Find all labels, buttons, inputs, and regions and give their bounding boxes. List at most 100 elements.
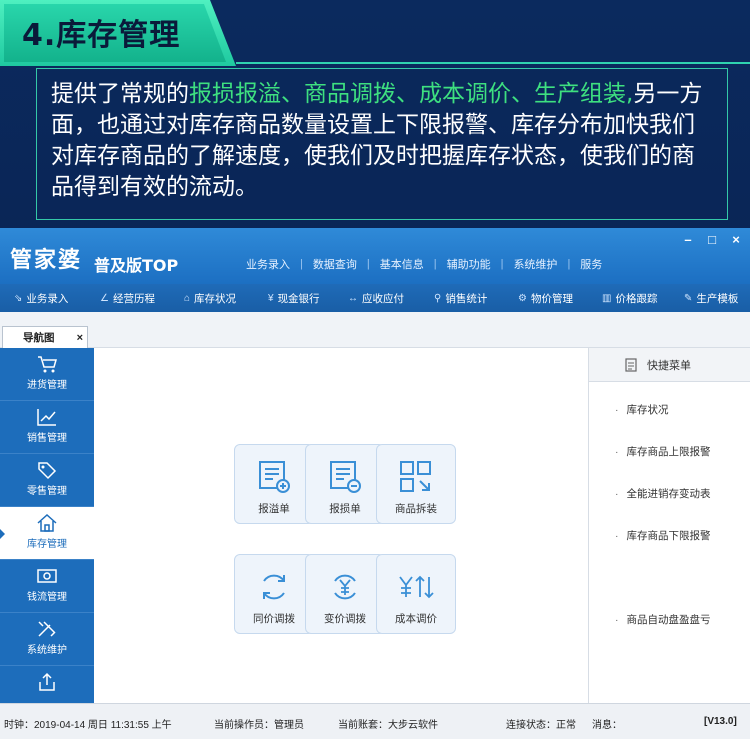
top-menu-entry[interactable]: 业务录入 (236, 256, 300, 272)
card-label: 变价调拨 (324, 613, 366, 625)
toolbar-label: 价格跟踪 (615, 293, 658, 305)
tab-close-icon[interactable]: × (77, 332, 83, 344)
sidebar-item-system[interactable]: 系统维护 (0, 613, 94, 666)
document-icon (625, 357, 637, 372)
loss-doc-icon (330, 461, 361, 493)
sidebar-item-label: 销售管理 (27, 433, 67, 444)
card-label: 成本调价 (395, 613, 437, 625)
yen-icon: ¥ (268, 293, 274, 304)
quick-item-change-table[interactable]: · 全能进销存变动表 (615, 486, 711, 501)
transfer-icon (263, 574, 285, 600)
money-icon (37, 569, 57, 583)
top-menu: 业务录入 | 数据查询 | 基本信息 | 辅助功能 | 系统维护 | 服务 (236, 256, 612, 272)
quick-menu-title: 快捷菜单 (647, 359, 691, 372)
card-label: 报溢单 (258, 503, 290, 515)
app-logo-sub: 普及版TOP (94, 256, 179, 275)
quick-item-label: 全能进销存变动表 (626, 488, 711, 500)
tools-icon (38, 621, 56, 637)
status-time: 时钟：2019-04-14 周日 11:31:55 上午 (4, 720, 172, 731)
sidebar-item-sales[interactable]: 销售管理 (0, 401, 94, 454)
quick-item-lower-alarm[interactable]: · 库存商品下限报警 (615, 528, 711, 543)
card-price-change-transfer[interactable]: 变价调拨 (305, 554, 385, 634)
top-menu-aux[interactable]: 辅助功能 (437, 256, 501, 272)
tag-icon (38, 462, 57, 480)
desc-highlight: 报损报溢、商品调拨、成本调价、生产组装, (189, 81, 634, 107)
sidebar-item-label: 钱流管理 (27, 592, 67, 603)
cost-adjust-icon (399, 575, 434, 599)
toolbar-entry[interactable]: ⇘ 业务录入 (14, 291, 68, 306)
toolbar-label: 业务录入 (26, 293, 69, 305)
toolbar-receivable[interactable]: ↔ 应收应付 (348, 291, 404, 306)
app-logo: 管家婆 (10, 248, 83, 273)
gear-icon: ⚙ (518, 293, 527, 304)
wrench-icon: ✎ (684, 293, 693, 304)
description-text: 提供了常规的报损报溢、商品调拨、成本调价、生产组装,另一方面，也通过对库存商品数… (51, 79, 717, 203)
quick-item-stock-status[interactable]: · 库存状况 (615, 402, 669, 417)
toolbar-label: 生产模板 (696, 293, 739, 305)
app-header: 管家婆 普及版TOP 业务录入 | 数据查询 | 基本信息 | 辅助功能 | 系统维护 |… (0, 228, 750, 284)
status-message: 消息： (592, 720, 622, 731)
toolbar-price-track[interactable]: ▥ 价格跟踪 (602, 291, 657, 306)
chart-icon: ∠ (100, 293, 109, 304)
description-box: 提供了常规的报损报溢、商品调拨、成本调价、生产组装,另一方面，也通过对库存商品数… (36, 68, 728, 220)
card-cost-adjust[interactable]: 成本调价 (376, 554, 456, 634)
window-controls: – □ × (680, 232, 744, 247)
status-connection: 连接状态：正常 (506, 720, 576, 731)
overflow-doc-icon (259, 461, 290, 493)
quick-item-auto-stocktake[interactable]: · 商品自动盘盈盘亏 (615, 612, 711, 627)
sidebar-item-label: 零售管理 (27, 486, 67, 497)
card-label: 商品拆装 (395, 503, 437, 515)
quick-item-label: 库存商品下限报警 (626, 530, 711, 542)
sidebar-item-label: 进货管理 (27, 380, 67, 391)
tab-bar: 导航图 × (0, 312, 750, 348)
toolbar-label: 应收应付 (362, 293, 404, 305)
minimize-icon[interactable]: – (680, 232, 696, 247)
house-icon (37, 513, 57, 532)
toolbar-production[interactable]: ✎ 生产模板 (684, 291, 738, 306)
title-rule (236, 62, 750, 64)
toolbar-cash[interactable]: ¥ 现金银行 (268, 291, 320, 306)
toolbar-history[interactable]: ∠ 经营历程 (100, 291, 155, 306)
toolbar-price-mgmt[interactable]: ⚙ 物价管理 (518, 291, 573, 306)
sidebar-item-label: 库存管理 (27, 539, 67, 550)
toolbar-label: 现金银行 (277, 293, 320, 305)
sidebar-item-label: 系统维护 (27, 645, 67, 656)
quick-item-upper-alarm[interactable]: · 库存商品上限报警 (615, 444, 711, 459)
toolbar-sales-stats[interactable]: ⚲ 销售统计 (434, 291, 487, 306)
quick-menu: 快捷菜单 · 库存状况 · 库存商品上限报警 · 全能进销存变动表 · 库存商品下限报警… (588, 348, 750, 703)
toolbar: ⇘ 业务录入 ∠ 经营历程 ⌂ 库存状况 ¥ 现金银行 ↔ 应收应付 ⚲ 销售统计 ⚙ 物价管… (0, 284, 750, 312)
app-window: 管家婆 普及版TOP 业务录入 | 数据查询 | 基本信息 | 辅助功能 | 系统维护 |… (0, 228, 750, 739)
card-assembly[interactable]: 商品拆装 (376, 444, 456, 524)
top-menu-service[interactable]: 服务 (570, 256, 612, 272)
card-overflow[interactable]: 报溢单 (234, 444, 314, 524)
close-icon[interactable]: × (728, 232, 744, 247)
sidebar-item-purchase[interactable]: 进货管理 (0, 348, 94, 401)
quick-item-label: 商品自动盘盈盘亏 (626, 614, 711, 626)
sidebar-item-inventory[interactable]: 库存管理 (0, 507, 94, 560)
top-menu-query[interactable]: 数据查询 (303, 256, 367, 272)
assembly-icon (400, 461, 431, 492)
entry-icon: ⇘ (14, 293, 23, 304)
card-label: 同价调拨 (253, 613, 295, 625)
toolbar-label: 经营历程 (112, 293, 155, 305)
sidebar-item-cashflow[interactable]: 钱流管理 (0, 560, 94, 613)
maximize-icon[interactable]: □ (704, 232, 720, 247)
home-icon: ⌂ (184, 293, 191, 304)
workspace: 报溢单 报损单 商品拆装 同价调拨 变价调拨 成本调价 (94, 348, 588, 703)
status-operator: 当前操作员：管理员 (214, 720, 304, 731)
export-icon (39, 672, 55, 691)
top-menu-system[interactable]: 系统维护 (503, 256, 567, 272)
search-icon: ⚲ (434, 293, 442, 304)
quick-item-label: 库存商品上限报警 (626, 446, 711, 458)
bars-icon: ▥ (602, 293, 612, 304)
desc-prefix: 提供了常规的 (51, 81, 189, 107)
sidebar-item-retail[interactable]: 零售管理 (0, 454, 94, 507)
swap-icon: ↔ (348, 293, 358, 304)
toolbar-stock[interactable]: ⌂ 库存状况 (184, 291, 236, 306)
status-version: [V13.0] (704, 716, 737, 727)
tab-nav-map[interactable]: 导航图 × (2, 326, 88, 348)
top-menu-basic-info[interactable]: 基本信息 (370, 256, 434, 272)
card-loss[interactable]: 报损单 (305, 444, 385, 524)
card-same-price-transfer[interactable]: 同价调拨 (234, 554, 314, 634)
toolbar-label: 销售统计 (445, 293, 488, 305)
